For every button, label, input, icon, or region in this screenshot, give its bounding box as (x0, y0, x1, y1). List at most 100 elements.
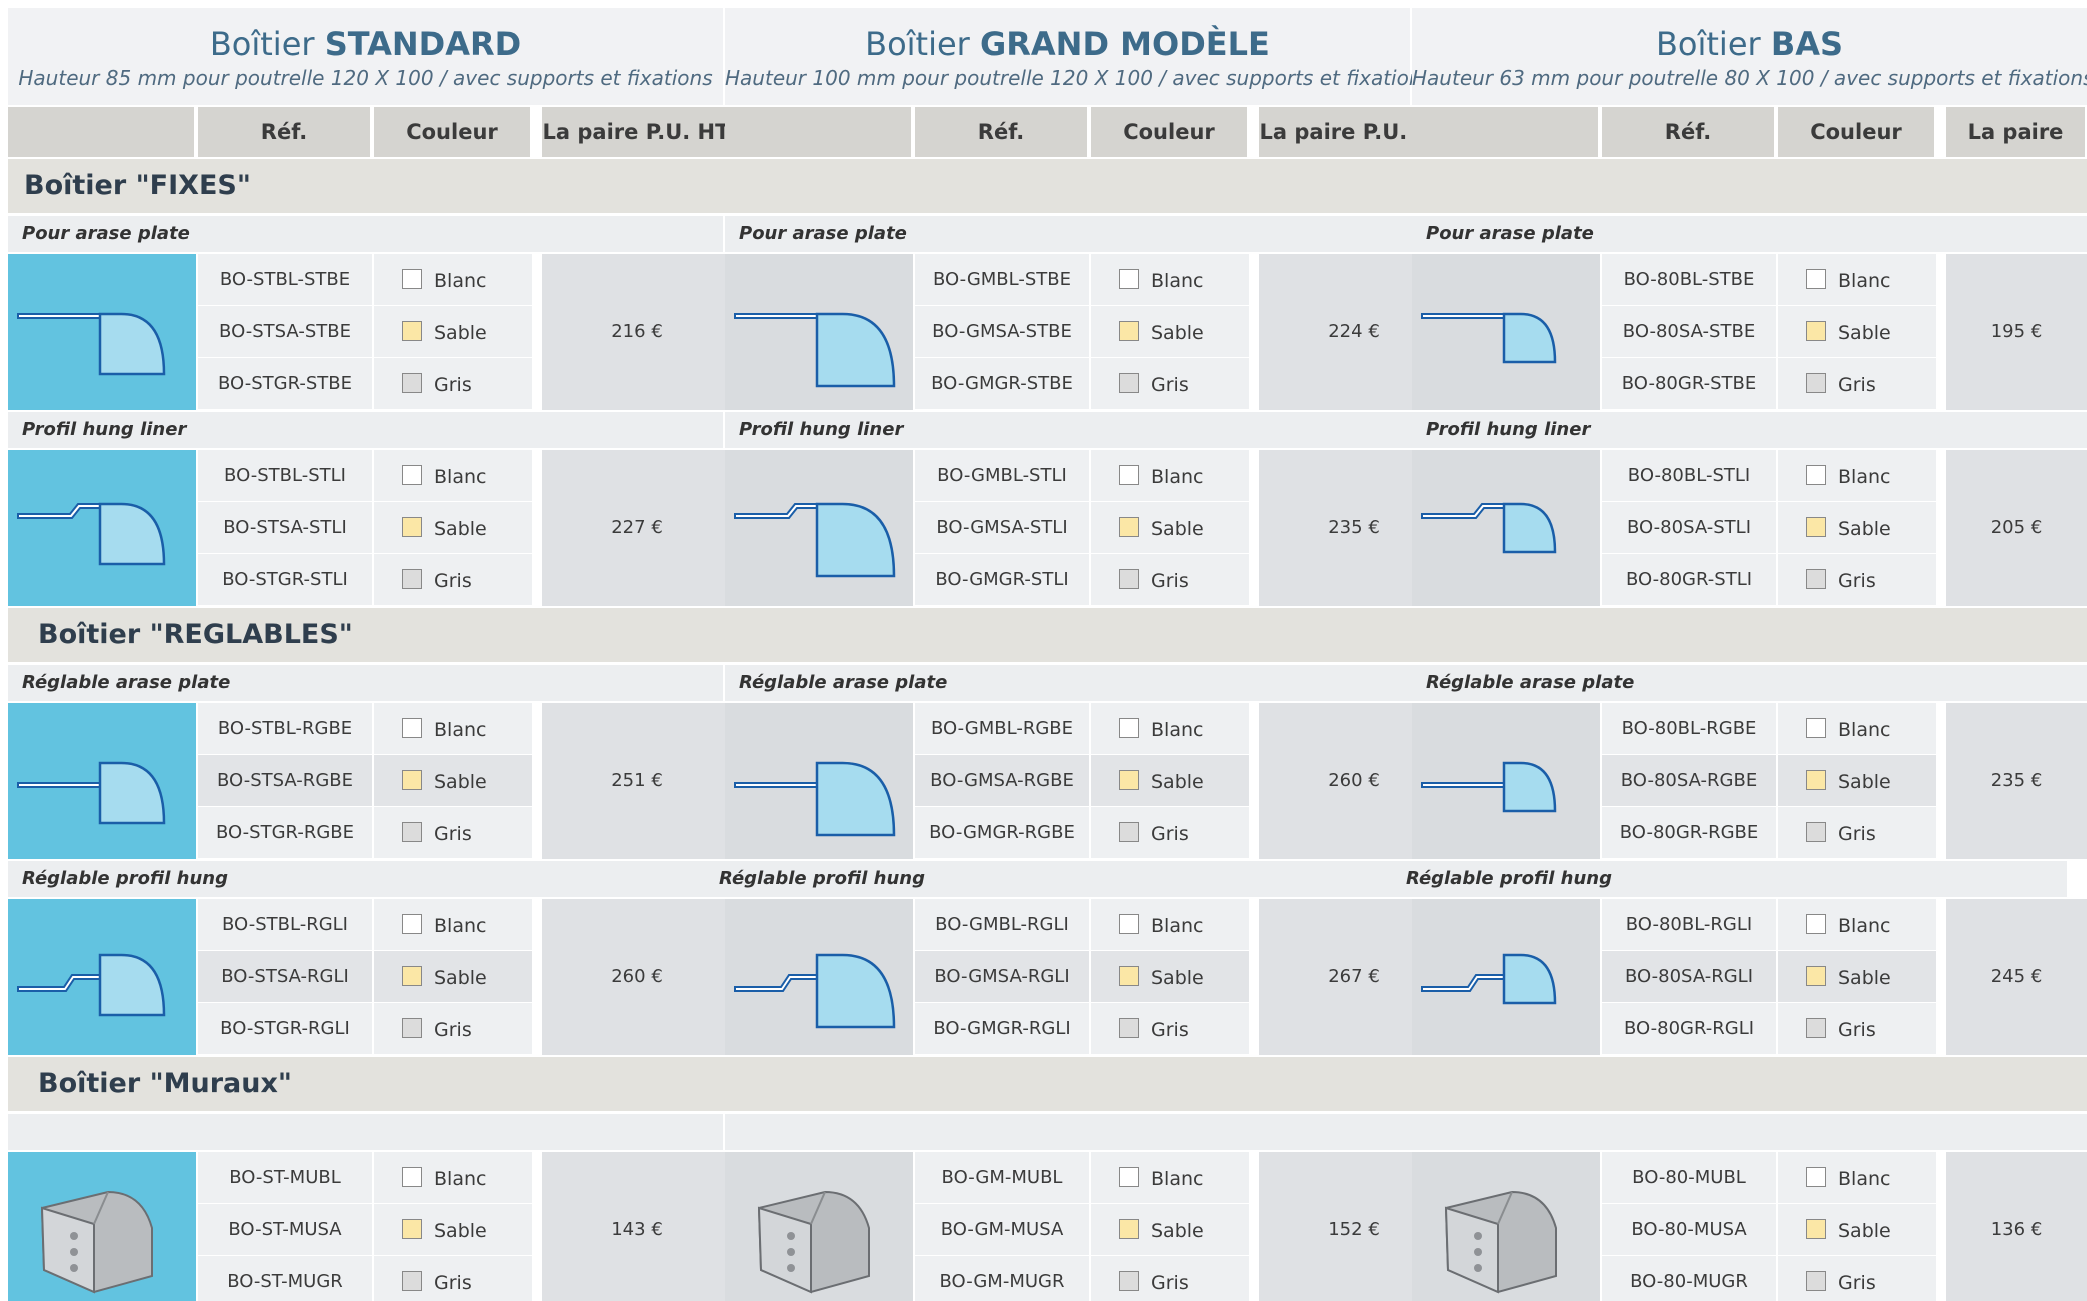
color-checkbox[interactable] (1119, 373, 1139, 393)
color-option[interactable]: Blanc (374, 899, 532, 950)
color-option[interactable]: Gris (1778, 1256, 1936, 1301)
color-option[interactable]: Gris (1778, 554, 1936, 605)
color-option[interactable]: Gris (1091, 358, 1249, 409)
color-label: Sable (1151, 518, 1204, 540)
color-checkbox[interactable] (402, 1271, 422, 1291)
color-checkbox[interactable] (402, 914, 422, 934)
color-checkbox[interactable] (1806, 1219, 1826, 1239)
color-option[interactable]: Blanc (1091, 450, 1249, 501)
color-checkbox[interactable] (402, 517, 422, 537)
color-option[interactable]: Gris (374, 807, 532, 858)
price-value: 235 € (1946, 703, 2087, 859)
subsection-label: Réglable arase plate (1412, 665, 2087, 701)
color-option[interactable]: Gris (1778, 807, 1936, 858)
color-option[interactable]: Sable (1091, 502, 1249, 553)
color-option[interactable]: Sable (1778, 755, 1936, 806)
color-option[interactable]: Gris (1778, 1003, 1936, 1054)
color-checkbox[interactable] (402, 269, 422, 289)
color-label: Blanc (434, 270, 487, 292)
color-checkbox[interactable] (402, 373, 422, 393)
color-checkbox[interactable] (1806, 914, 1826, 934)
color-option[interactable]: Sable (374, 951, 532, 1002)
subsection-label (8, 1114, 723, 1150)
column-header-ref: Réf. (198, 107, 372, 157)
color-checkbox[interactable] (1119, 1271, 1139, 1291)
color-option[interactable]: Gris (1091, 1003, 1249, 1054)
color-option[interactable]: Sable (374, 1204, 532, 1255)
color-option[interactable]: Gris (374, 554, 532, 605)
color-checkbox[interactable] (1806, 718, 1826, 738)
color-checkbox[interactable] (402, 1167, 422, 1187)
color-option[interactable]: Blanc (374, 254, 532, 305)
color-option[interactable]: Gris (374, 358, 532, 409)
color-checkbox[interactable] (1119, 718, 1139, 738)
color-option[interactable]: Sable (1091, 951, 1249, 1002)
header-subtitle: Hauteur 100 mm pour poutrelle 120 X 100 … (725, 66, 1432, 90)
color-checkbox[interactable] (1119, 569, 1139, 589)
color-label: Sable (1151, 1220, 1204, 1242)
color-checkbox[interactable] (402, 1018, 422, 1038)
color-checkbox[interactable] (1806, 1167, 1826, 1187)
color-option[interactable]: Blanc (1091, 1152, 1249, 1203)
color-option[interactable]: Blanc (1091, 703, 1249, 754)
color-option[interactable]: Gris (1091, 807, 1249, 858)
color-checkbox[interactable] (1806, 269, 1826, 289)
color-option[interactable]: Sable (374, 502, 532, 553)
color-option[interactable]: Blanc (1778, 899, 1936, 950)
color-checkbox[interactable] (1119, 822, 1139, 842)
color-option[interactable]: Gris (1778, 358, 1936, 409)
color-option[interactable]: Blanc (374, 1152, 532, 1203)
color-option[interactable]: Sable (374, 306, 532, 357)
color-option[interactable]: Sable (1091, 306, 1249, 357)
color-checkbox[interactable] (1119, 321, 1139, 341)
color-option[interactable]: Blanc (1778, 1152, 1936, 1203)
color-option[interactable]: Gris (1091, 1256, 1249, 1301)
reference-code: BO-GMSA-RGLI (915, 951, 1089, 1002)
color-option[interactable]: Gris (374, 1003, 532, 1054)
color-option[interactable]: Sable (1778, 951, 1936, 1002)
color-option[interactable]: Blanc (1778, 254, 1936, 305)
color-checkbox[interactable] (1806, 1018, 1826, 1038)
color-option[interactable]: Sable (374, 755, 532, 806)
color-checkbox[interactable] (1806, 822, 1826, 842)
color-checkbox[interactable] (1119, 1219, 1139, 1239)
color-option[interactable]: Blanc (374, 703, 532, 754)
color-checkbox[interactable] (402, 822, 422, 842)
color-option[interactable]: Sable (1778, 1204, 1936, 1255)
color-checkbox[interactable] (1119, 465, 1139, 485)
color-option[interactable]: Sable (1091, 755, 1249, 806)
color-option[interactable]: Blanc (1778, 450, 1936, 501)
color-checkbox[interactable] (1119, 1018, 1139, 1038)
color-checkbox[interactable] (1806, 321, 1826, 341)
color-option[interactable]: Sable (1778, 502, 1936, 553)
color-checkbox[interactable] (1806, 770, 1826, 790)
color-checkbox[interactable] (1806, 1271, 1826, 1291)
color-checkbox[interactable] (1806, 569, 1826, 589)
color-checkbox[interactable] (1806, 517, 1826, 537)
color-checkbox[interactable] (402, 465, 422, 485)
color-option[interactable]: Blanc (1091, 254, 1249, 305)
color-checkbox[interactable] (1806, 465, 1826, 485)
color-checkbox[interactable] (1806, 966, 1826, 986)
color-option[interactable]: Gris (1091, 554, 1249, 605)
color-checkbox[interactable] (1119, 914, 1139, 934)
color-checkbox[interactable] (1119, 517, 1139, 537)
reference-code: BO-STSA-STLI (198, 502, 372, 553)
color-checkbox[interactable] (1119, 1167, 1139, 1187)
color-option[interactable]: Blanc (374, 450, 532, 501)
color-checkbox[interactable] (402, 1219, 422, 1239)
color-option[interactable]: Blanc (1778, 703, 1936, 754)
color-checkbox[interactable] (1119, 966, 1139, 986)
color-checkbox[interactable] (1806, 373, 1826, 393)
color-option[interactable]: Sable (1778, 306, 1936, 357)
color-checkbox[interactable] (402, 966, 422, 986)
color-checkbox[interactable] (402, 569, 422, 589)
color-checkbox[interactable] (1119, 269, 1139, 289)
color-option[interactable]: Sable (1091, 1204, 1249, 1255)
color-option[interactable]: Gris (374, 1256, 532, 1301)
color-checkbox[interactable] (402, 321, 422, 341)
color-checkbox[interactable] (402, 770, 422, 790)
color-checkbox[interactable] (1119, 770, 1139, 790)
color-option[interactable]: Blanc (1091, 899, 1249, 950)
color-checkbox[interactable] (402, 718, 422, 738)
